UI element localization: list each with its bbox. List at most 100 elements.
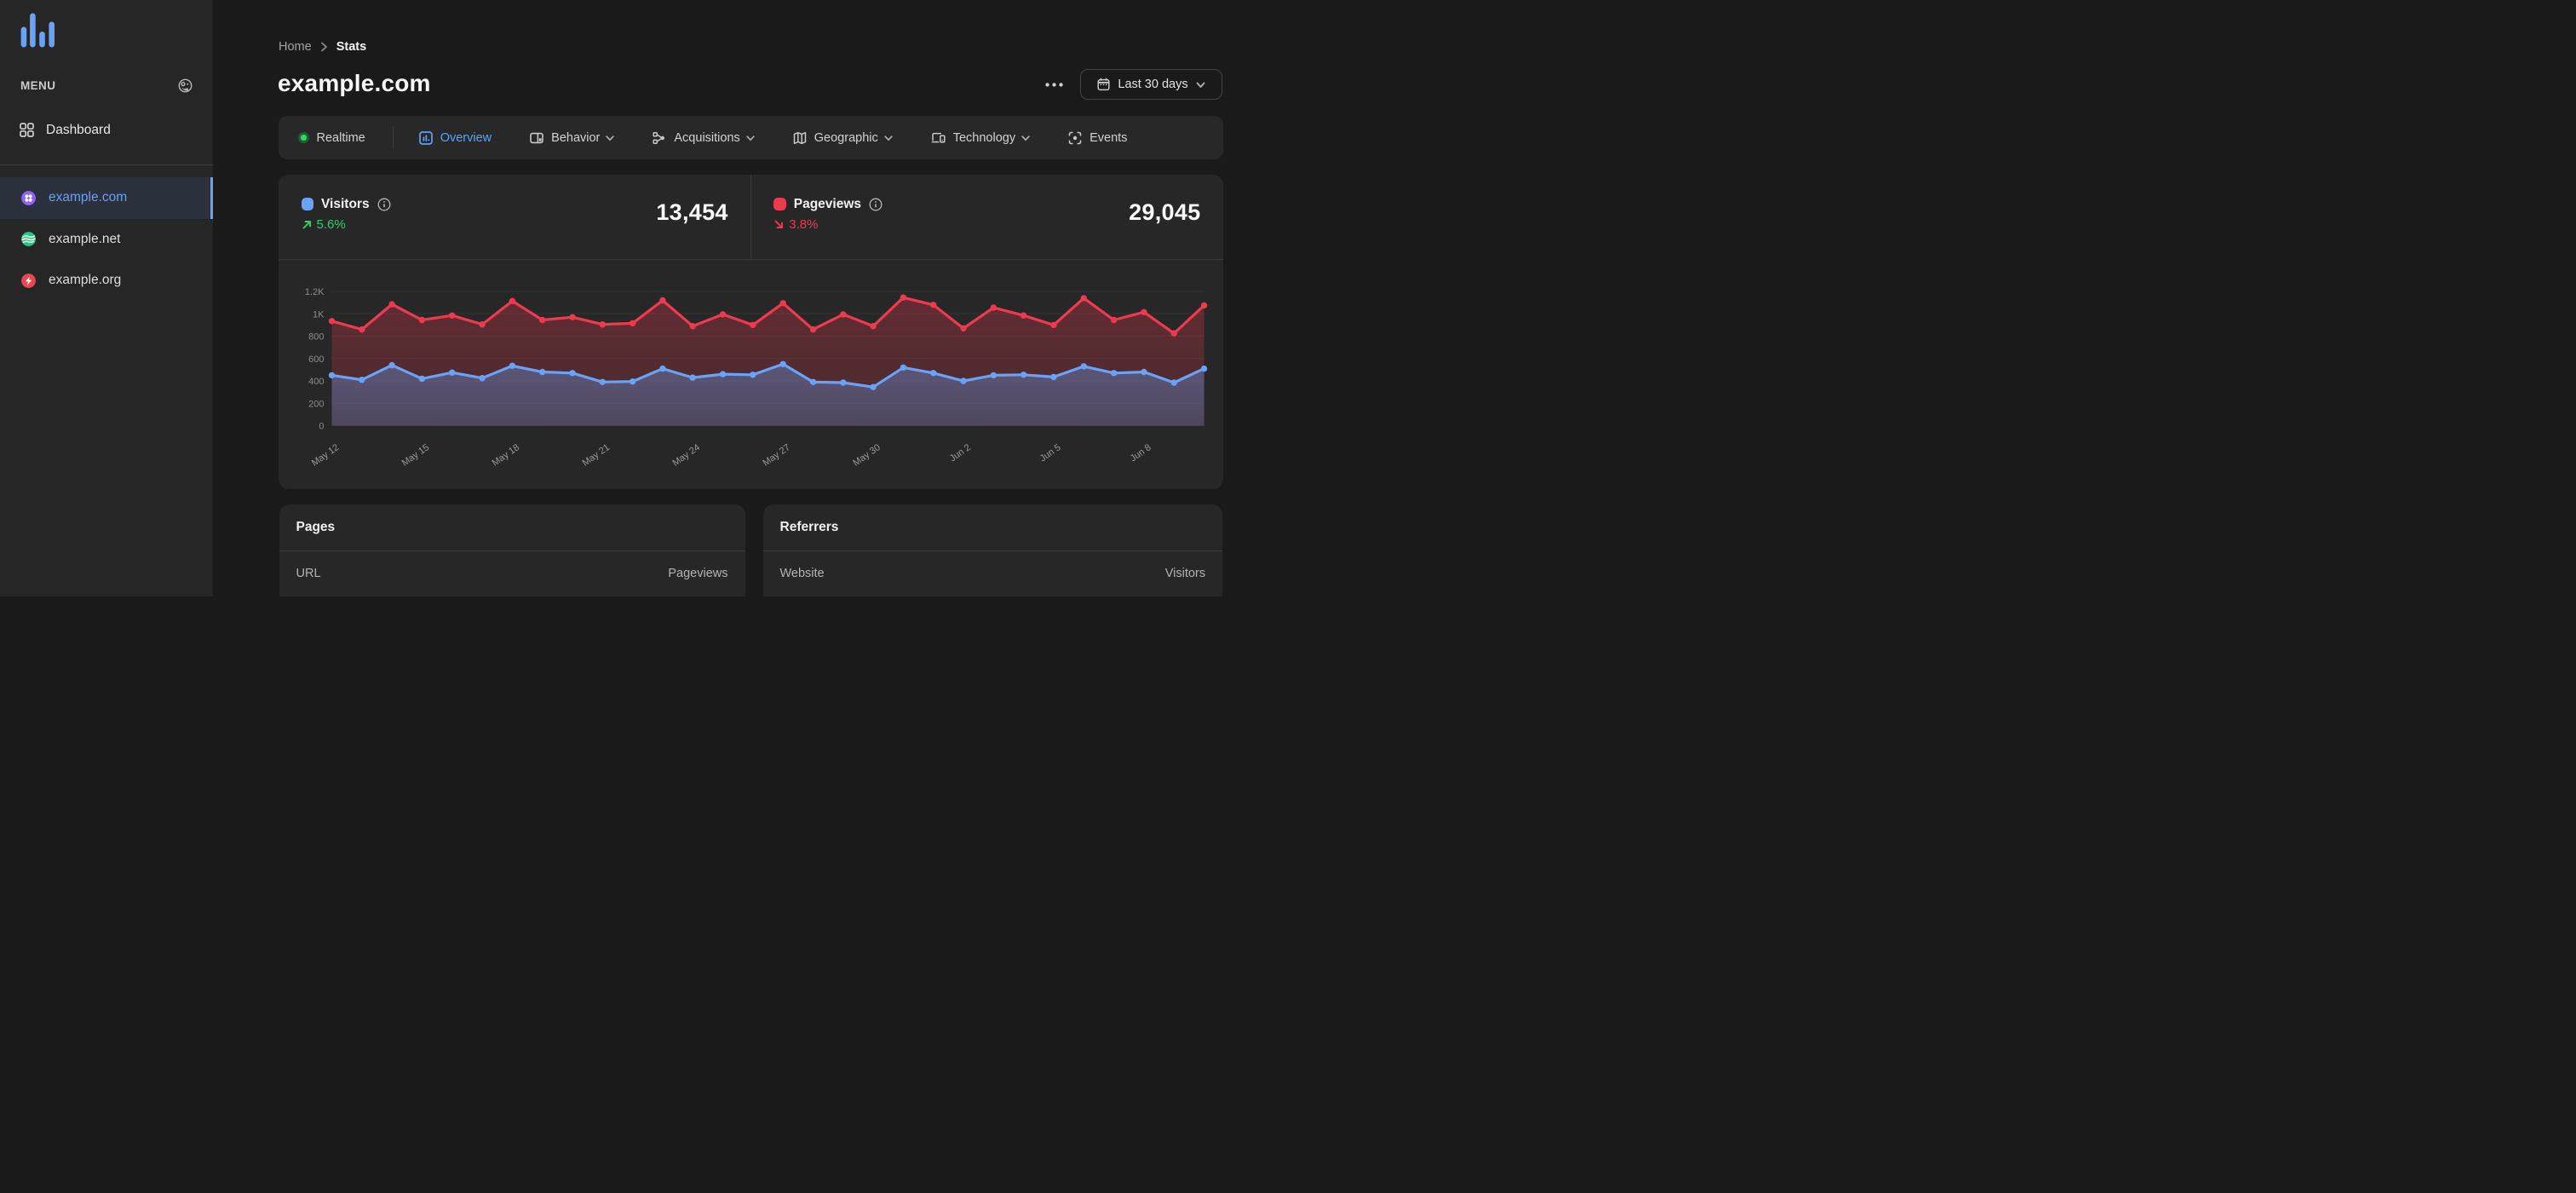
- svg-text:May 27: May 27: [761, 442, 791, 469]
- breadcrumb: Home Stats: [279, 40, 366, 54]
- svg-text:May 15: May 15: [400, 442, 431, 469]
- pages-panel: Pages URL Pageviews: [279, 504, 745, 596]
- svg-text:0: 0: [319, 421, 324, 431]
- live-indicator-icon: [298, 132, 309, 143]
- page-title: example.com: [278, 70, 431, 96]
- chevron-right-icon: [320, 42, 327, 52]
- info-icon[interactable]: [869, 198, 883, 211]
- svg-text:Jun 2: Jun 2: [948, 442, 973, 464]
- date-range-button[interactable]: Last 30 days: [1080, 69, 1222, 100]
- layout-icon: [530, 132, 543, 143]
- date-range-label: Last 30 days: [1118, 78, 1188, 91]
- tab-acquisitions[interactable]: Acquisitions: [653, 130, 755, 145]
- tab-divider: [392, 126, 394, 149]
- ellipsis-icon: [1044, 82, 1063, 87]
- app-logo: [20, 13, 55, 48]
- breadcrumb-home-link[interactable]: Home: [279, 40, 312, 54]
- sidebar: MENU Dashboard example.com example.net e…: [0, 0, 213, 596]
- site-name: example.org: [49, 273, 122, 288]
- stats-row: Visitors 5.6% 13,454 Pageviews 3.8% 29,0…: [279, 174, 1223, 260]
- svg-text:May 18: May 18: [491, 442, 521, 469]
- menu-label: MENU: [20, 78, 56, 92]
- tab-technology[interactable]: Technology: [931, 131, 1030, 145]
- scan-target-icon: [1068, 131, 1082, 144]
- calendar-icon: [1097, 78, 1110, 91]
- devices-icon: [931, 132, 946, 143]
- site-name: example.com: [49, 190, 128, 205]
- panel-title: Referrers: [762, 504, 1222, 551]
- theme-mask-icon: [178, 78, 193, 92]
- stat-pageviews: Pageviews 3.8% 29,045: [751, 175, 1223, 259]
- chevron-down-icon: [746, 135, 755, 141]
- svg-text:May 30: May 30: [851, 442, 882, 469]
- referrers-panel: Referrers Website Visitors: [762, 504, 1223, 596]
- tab-label: Technology: [952, 130, 1016, 145]
- chart-area: 0 200 400 600 800 1K 1.2K May 12 May 15 May 18 May…: [279, 260, 1222, 490]
- dashboard-grid-icon: [20, 123, 34, 137]
- tab-group: Overview Behavior Acquisitions Geographi…: [418, 130, 1127, 145]
- tab-label: Geographic: [814, 130, 878, 145]
- stat-visitors: Visitors 5.6% 13,454: [279, 175, 750, 259]
- sidebar-item-example-org[interactable]: example.org: [0, 260, 213, 302]
- svg-text:Jun 8: Jun 8: [1129, 442, 1153, 464]
- svg-text:200: 200: [308, 399, 324, 409]
- svg-text:1.2K: 1.2K: [305, 287, 325, 297]
- column-header-website: Website: [779, 567, 825, 580]
- tab-geographic[interactable]: Geographic: [793, 131, 893, 145]
- analytics-app: { "sidebar": { "menu_label": "MENU", "da…: [0, 0, 1288, 596]
- arrow-up-right-icon: [302, 220, 311, 228]
- branch-merge-icon: [653, 131, 665, 144]
- column-header-url: URL: [296, 567, 321, 580]
- stat-label: Pageviews: [793, 196, 862, 211]
- bolt-icon: [21, 273, 36, 288]
- svg-text:800: 800: [308, 331, 324, 342]
- sidebar-item-example-com[interactable]: example.com: [0, 177, 213, 219]
- svg-text:1K: 1K: [313, 309, 325, 320]
- tab-overview[interactable]: Overview: [418, 130, 492, 145]
- info-icon[interactable]: [377, 198, 391, 211]
- visitors-swatch-icon: [301, 198, 313, 210]
- chevron-down-icon: [1021, 135, 1030, 141]
- tab-label: Behavior: [551, 130, 601, 145]
- svg-text:May 21: May 21: [581, 442, 612, 469]
- stat-label: Visitors: [321, 196, 370, 211]
- bar-chart-logo-icon: [20, 13, 55, 48]
- tab-behavior[interactable]: Behavior: [530, 130, 615, 145]
- traffic-chart[interactable]: 0 200 400 600 800 1K 1.2K May 12 May 15 May 18 May…: [279, 260, 1222, 490]
- more-options-button[interactable]: [1040, 75, 1067, 94]
- svg-text:May 24: May 24: [671, 442, 702, 469]
- svg-text:Jun 5: Jun 5: [1038, 442, 1063, 464]
- breadcrumb-current: Stats: [336, 40, 367, 54]
- sidebar-item-dashboard[interactable]: Dashboard: [20, 118, 111, 141]
- tab-label: Overview: [440, 130, 492, 145]
- tab-label: Acquisitions: [674, 130, 740, 145]
- table-header-row: URL Pageviews: [279, 551, 745, 596]
- map-icon: [793, 131, 807, 144]
- sidebar-item-example-net[interactable]: example.net: [0, 219, 213, 261]
- tab-events[interactable]: Events: [1068, 131, 1127, 145]
- table-header-row: Website Visitors: [763, 551, 1223, 596]
- site-name: example.net: [49, 231, 121, 246]
- menu-header: MENU: [20, 76, 193, 95]
- clover-icon: [21, 190, 36, 205]
- site-list: example.com example.net example.org: [0, 177, 213, 302]
- theme-toggle-button[interactable]: [178, 78, 193, 93]
- svg-text:400: 400: [308, 377, 324, 387]
- sidebar-divider: [0, 164, 213, 165]
- tab-realtime[interactable]: Realtime: [298, 131, 365, 145]
- stat-change-value: 5.6%: [316, 216, 346, 232]
- svg-text:600: 600: [308, 354, 324, 364]
- stats-card: Visitors 5.6% 13,454 Pageviews 3.8% 29,0…: [279, 174, 1223, 490]
- panel-title: Pages: [279, 504, 745, 551]
- chevron-down-icon: [606, 135, 615, 141]
- column-header-pageviews: Pageviews: [668, 567, 728, 580]
- stat-value: 29,045: [1129, 199, 1201, 225]
- svg-text:May 12: May 12: [310, 442, 341, 469]
- arrow-down-right-icon: [774, 220, 784, 228]
- overview-chart-icon: [418, 130, 433, 145]
- stat-value: 13,454: [656, 199, 728, 225]
- tab-label: Events: [1090, 130, 1128, 145]
- sidebar-item-label: Dashboard: [46, 122, 111, 137]
- pageviews-swatch-icon: [773, 198, 786, 210]
- tab-bar: Realtime Overview Behavior Acquisitions …: [279, 116, 1223, 159]
